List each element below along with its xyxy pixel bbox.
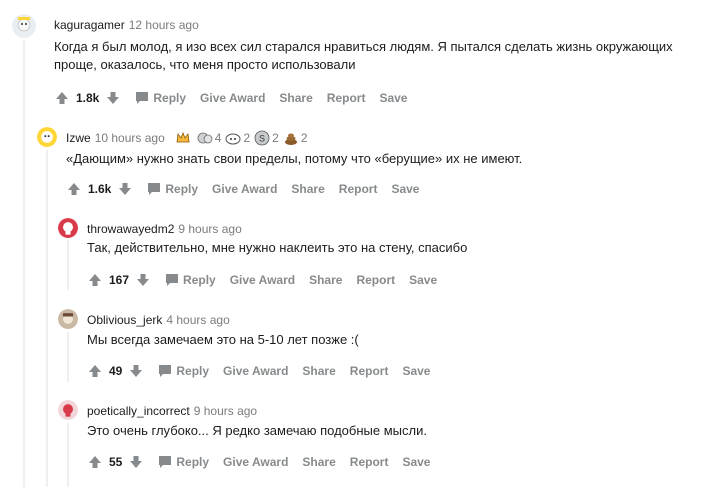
reply-button[interactable]: Reply <box>158 455 209 469</box>
share-button[interactable]: Share <box>302 455 335 469</box>
give-award-button[interactable]: Give Award <box>223 455 288 469</box>
vote-score: 55 <box>109 455 123 469</box>
comment-poetically-incorrect: poetically_incorrect 9 hours ago Это оче… <box>0 0 713 487</box>
avatar[interactable] <box>58 400 78 420</box>
comment-timestamp[interactable]: 9 hours ago <box>194 404 257 418</box>
comment-bubble-icon <box>159 456 172 468</box>
downvote-icon[interactable] <box>128 454 144 470</box>
reply-label: Reply <box>176 455 210 469</box>
upvote-icon[interactable] <box>87 454 103 470</box>
save-button[interactable]: Save <box>402 455 430 469</box>
comment-actions: 55 Reply Give Award Share Report Save <box>87 451 430 473</box>
comment-text-line: Это очень глубоко... Я редко замечаю под… <box>87 423 427 438</box>
report-button[interactable]: Report <box>350 455 389 469</box>
comment-body: Это очень глубоко... Я редко замечаю под… <box>87 422 427 440</box>
comment-author[interactable]: poetically_incorrect <box>87 404 190 418</box>
